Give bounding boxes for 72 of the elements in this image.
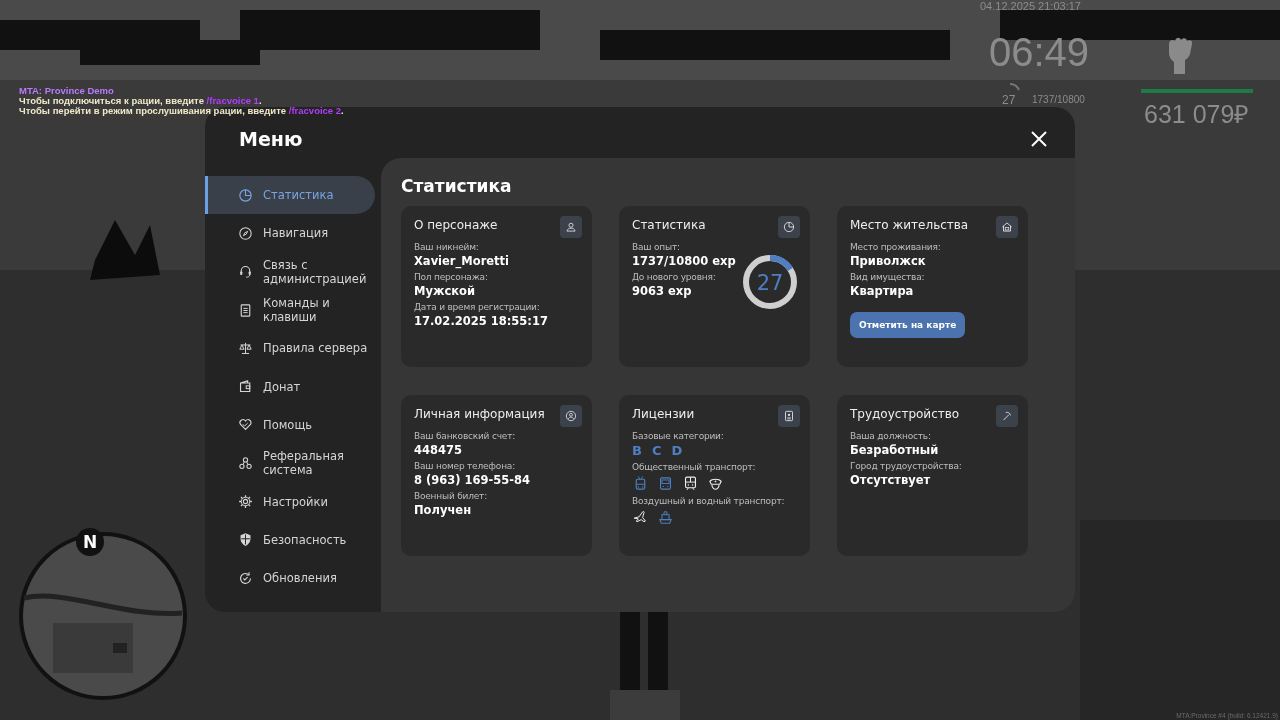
network-icon <box>237 454 254 472</box>
refresh-icon <box>237 569 254 587</box>
field-label: Базовые категории: <box>632 431 724 441</box>
card-title: Трудоустройство <box>850 407 960 421</box>
field-label: Ваш опыт: <box>632 242 680 252</box>
money-amount: 631 079₽ <box>1144 99 1250 130</box>
map-mark-button[interactable]: Отметить на карте <box>850 312 966 338</box>
menu-title: Меню <box>239 127 303 150</box>
chat-message: Чтобы подключиться к рации, введите /fracvoice 1. <box>19 96 263 106</box>
chat-message: Чтобы перейти в режим прослушивания рации, введите /fracvoice 2. <box>19 106 344 116</box>
house-icon <box>996 216 1018 238</box>
level-arc-icon <box>1009 83 1020 91</box>
chat-title: MTA: Province Demo <box>19 86 115 96</box>
field-value: Безработный <box>850 443 939 457</box>
sidebar-item[interactable]: Команды и клавиши <box>205 290 375 330</box>
card-title: Лицензии <box>632 407 695 421</box>
sidebar-item[interactable]: Безопасность <box>205 520 375 559</box>
sidebar-item[interactable]: Обновления <box>205 558 375 598</box>
field-value: 1737/10800 exp <box>632 254 736 268</box>
field-value: Отсутствует <box>850 473 931 487</box>
card-title: О персонаже <box>414 218 498 232</box>
field-label: Ваш никнейм: <box>414 242 479 252</box>
field-label: Город трудоустройства: <box>850 461 962 471</box>
field-label: Место проживания: <box>850 242 941 252</box>
pie-icon <box>237 186 254 204</box>
field-value: Мужской <box>414 284 475 298</box>
close-button[interactable] <box>1029 128 1049 149</box>
gear-icon <box>237 493 254 510</box>
field-label: Вид имущества: <box>850 272 925 282</box>
field-label: Воздушный и водный транспорт: <box>632 496 785 506</box>
license-category: B <box>632 443 642 458</box>
field-label: Ваш банковский счет: <box>414 431 515 441</box>
date-time: 04.12.2025 21:03:17 <box>980 0 1081 12</box>
field-label: Общественный транспорт: <box>632 462 756 472</box>
field-value: 8 (963) 169-55-84 <box>414 473 531 487</box>
game-clock: 06:49 <box>989 30 1090 75</box>
headset-icon <box>237 263 254 281</box>
field-value: 17.02.2025 18:55:17 <box>414 314 548 328</box>
card-title: Статистика <box>632 218 706 232</box>
field-value: Xavier_Moretti <box>414 254 510 268</box>
field-label: Ваш номер телефона: <box>414 461 515 471</box>
sidebar-item[interactable]: Навигация <box>205 214 375 253</box>
level-number: 27 <box>1002 93 1016 107</box>
compass-icon <box>237 224 254 242</box>
license-category: D <box>671 443 683 458</box>
experience-text: 1737/10800 <box>1032 94 1085 105</box>
badge-icon <box>778 405 800 427</box>
field-label: До нового уровня: <box>632 272 716 282</box>
user-icon <box>560 216 582 238</box>
sidebar-item[interactable]: Реферальная система <box>205 444 375 483</box>
field-value: 448475 <box>414 443 462 457</box>
card-title: Место жительства <box>850 218 969 232</box>
sidebar-item[interactable]: Помощь <box>205 405 375 445</box>
field-label: Военный билет: <box>414 491 487 501</box>
field-label: Ваша должность: <box>850 431 931 441</box>
field-label: Дата и время регистрации: <box>414 302 540 312</box>
section-title: Статистика <box>401 176 512 196</box>
license-category: C <box>651 443 662 458</box>
level-ring: 27 <box>742 254 798 310</box>
field-value: Получен <box>414 503 472 517</box>
pickaxe-icon <box>996 405 1018 427</box>
field-value: Квартира <box>850 284 914 298</box>
card-title: Личная информация <box>414 407 545 421</box>
sidebar-item[interactable]: Связь с администрацией <box>205 252 375 291</box>
sidebar-item[interactable]: Правила сервера <box>205 329 375 368</box>
sidebar-item[interactable]: Статистика <box>205 176 375 215</box>
sidebar-item[interactable]: Донат <box>205 367 375 406</box>
sidebar-item[interactable]: Настройки <box>205 482 375 521</box>
field-value: 9063 exp <box>632 284 692 298</box>
field-label: Пол персонажа: <box>414 272 488 282</box>
field-value: Приволжск <box>850 254 926 268</box>
pie-icon <box>778 216 800 238</box>
